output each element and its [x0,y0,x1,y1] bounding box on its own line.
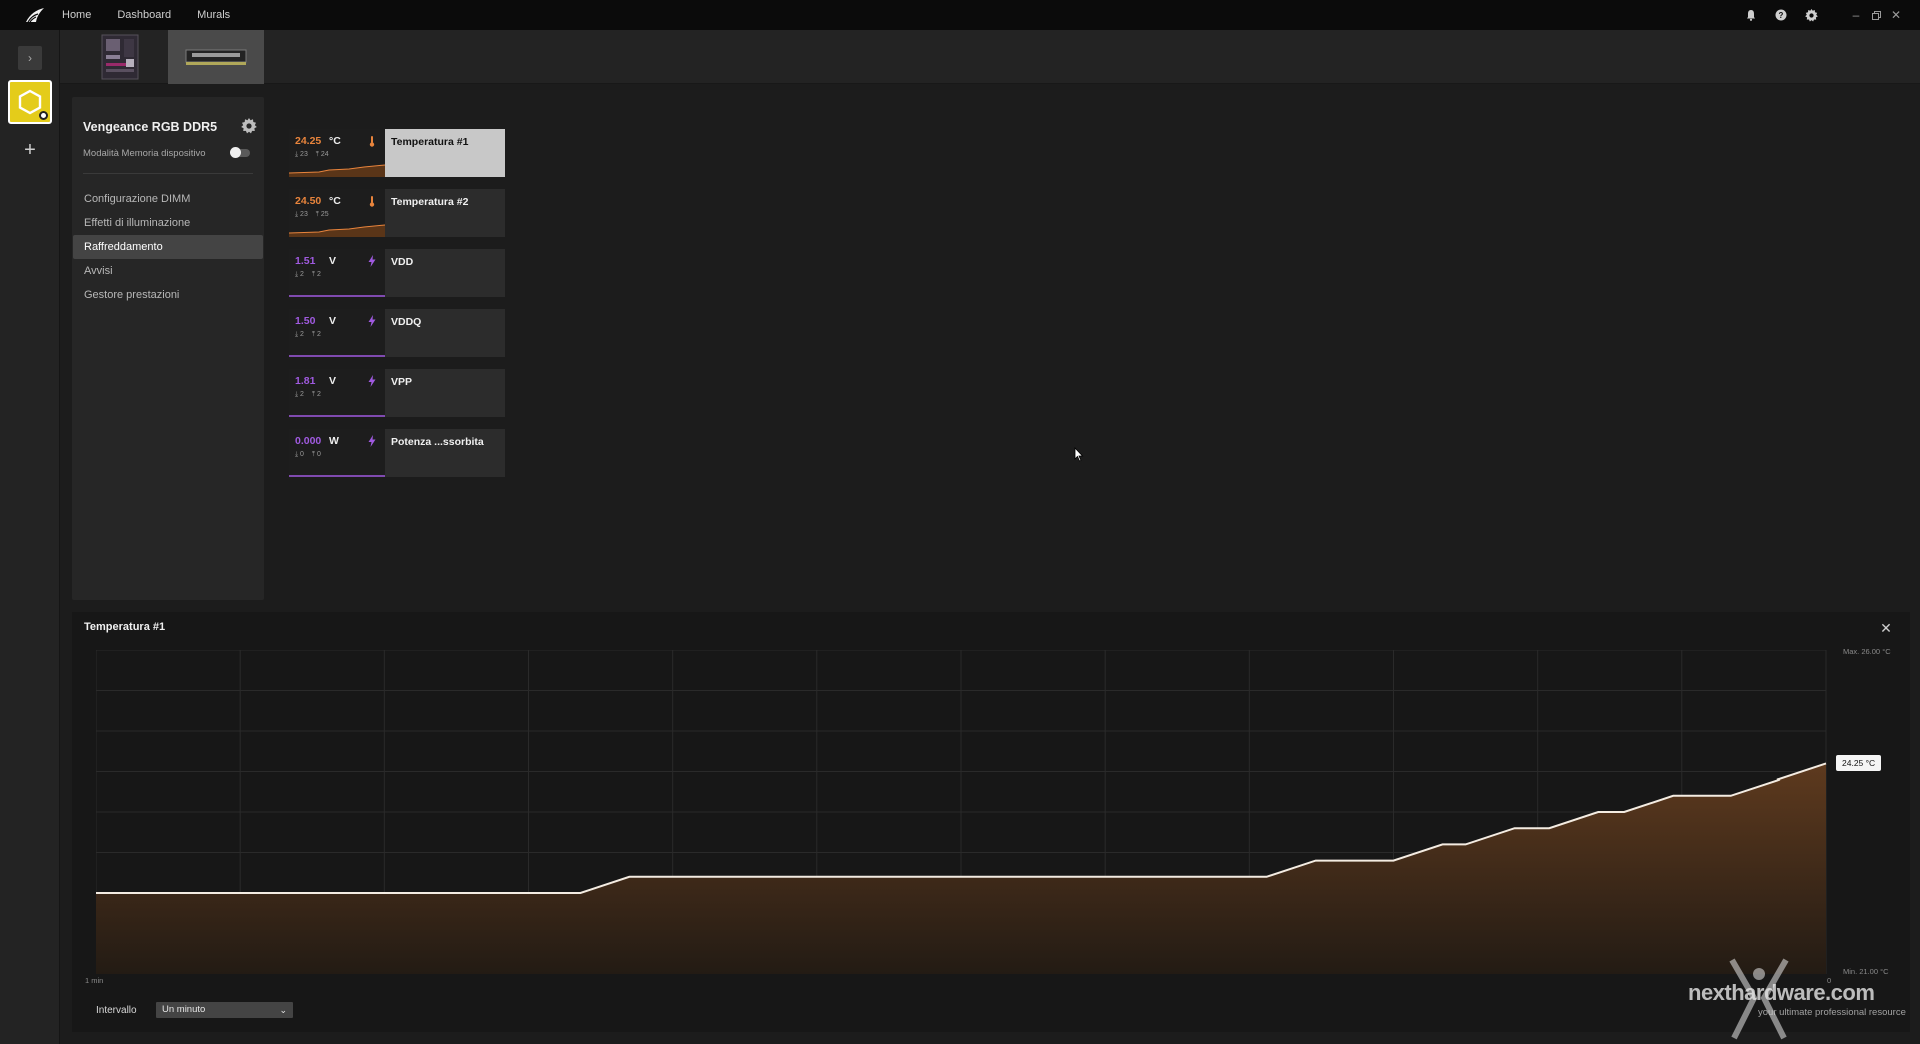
sensor-value: 0.000 [295,435,322,447]
lightning-icon [368,435,376,447]
device-settings-gear-icon[interactable] [241,118,257,134]
motherboard-thumbnail[interactable] [96,30,144,84]
watermark-tagline: your ultimate professional resource [1758,1007,1906,1018]
sensor-tile-vpp[interactable]: 1.81 V ⤓ 2 ⤒ 2 VPP [289,369,505,417]
sensor-list: 24.25 °C ⤓ 23 ⤒ 24 Temperatura #1 24.50 °C ⤓ 2… [289,129,505,489]
close-window-button[interactable]: ✕ [1886,0,1906,30]
expand-rail-button[interactable]: › [18,46,42,70]
sensor-tile-temperatura-1[interactable]: 24.25 °C ⤓ 23 ⤒ 24 Temperatura #1 [289,129,505,177]
sensor-name: VDD [391,256,414,268]
ram-thumbnail[interactable] [168,30,264,84]
sensor-unit: W [329,435,339,447]
restore-button[interactable] [1866,0,1886,30]
sensor-unit: V [329,315,337,327]
sensor-readout: 1.50 V ⤓ 2 ⤒ 2 [289,309,385,357]
title-bar: Home Dashboard Murals ? – ✕ [0,0,1920,30]
watermark: nexthardware.com your ultimate professio… [1688,950,1920,1044]
sensor-name: VPP [391,376,413,388]
hexagon-icon [18,89,42,115]
sensor-name-area: Potenza ...ssorbita [385,429,505,477]
thermometer-icon [369,196,375,207]
lightning-icon [368,375,376,387]
device-vengeance-button[interactable] [8,80,52,124]
interval-select-value: Un minuto [162,1004,206,1015]
sensor-value: 24.50 [295,195,322,207]
sensor-sparkline [289,224,385,237]
svg-text:?: ? [1779,11,1784,20]
sensor-name-area: VDDQ [385,309,505,357]
device-rail: › + [0,30,60,1044]
y-max-label: Max. 26.00 °C [1843,647,1891,656]
menu-item-alerts[interactable]: Avvisi [72,259,264,283]
device-strip [60,30,1920,84]
menu-item-dimm-config[interactable]: Configurazione DIMM [72,187,264,211]
sensor-unit: °C [329,135,341,147]
x-start-label: 1 min [85,976,104,985]
sensor-sparkline [289,355,385,357]
nav-dashboard[interactable]: Dashboard [117,9,171,21]
menu-item-lighting-effects[interactable]: Effetti di illuminazione [72,211,264,235]
current-value-badge: 24.25 °C [1836,755,1882,772]
sensor-sparkline [289,415,385,417]
toggle-knob [230,147,241,158]
memory-mode-label: Modalità Memoria dispositivo [83,148,206,159]
sensor-readout: 1.51 V ⤓ 2 ⤒ 2 [289,249,385,297]
chevron-down-icon: ⌄ [279,1005,287,1015]
sensor-readout: 1.81 V ⤓ 2 ⤒ 2 [289,369,385,417]
interval-select[interactable]: Un minuto ⌄ [156,1002,293,1018]
sensor-readout: 24.25 °C ⤓ 23 ⤒ 24 [289,129,385,177]
nav-home[interactable]: Home [62,9,91,21]
help-icon[interactable]: ? [1766,0,1796,30]
sensor-value: 1.51 [295,255,316,267]
add-device-button[interactable]: + [18,138,42,162]
panel-divider [83,173,253,174]
sensor-value: 1.81 [295,375,316,387]
sensor-graph-panel: Temperatura #1 ✕ Max. 26.00 °C Min. 21.0… [72,612,1910,1032]
sensor-sparkline [289,475,385,477]
sensor-name-area: Temperatura #2 [385,189,505,237]
sensor-value: 1.50 [295,315,316,327]
watermark-brand: nexthardware.com [1688,980,1875,1005]
sensor-unit: V [329,255,337,267]
sensor-unit: °C [329,195,341,207]
sensor-readout: 24.50 °C ⤓ 23 ⤒ 25 [289,189,385,237]
sensor-name: Temperatura #1 [391,136,469,148]
menu-item-cooling[interactable]: Raffreddamento [73,235,263,259]
lightning-icon [368,255,376,267]
sensor-tile-vddq[interactable]: 1.50 V ⤓ 2 ⤒ 2 VDDQ [289,309,505,357]
mouse-cursor-icon [1074,447,1084,462]
device-status-dot [39,111,48,120]
interval-label: Intervallo [96,1005,137,1016]
device-settings-panel: Vengeance RGB DDR5 Modalità Memoria disp… [72,97,264,600]
thermometer-icon [369,136,375,147]
sensor-unit: V [329,375,337,387]
sensor-name-area: VDD [385,249,505,297]
minimize-button[interactable]: – [1846,0,1866,30]
sensor-name: VDDQ [391,316,422,328]
lightning-icon [368,315,376,327]
sensor-name: Potenza ...ssorbita [391,436,484,448]
nav-murals[interactable]: Murals [197,9,230,21]
close-graph-button[interactable]: ✕ [1878,620,1894,636]
menu-item-performance-manager[interactable]: Gestore prestazioni [72,283,264,307]
settings-gear-icon[interactable] [1796,0,1826,30]
device-title: Vengeance RGB DDR5 [83,120,218,134]
notifications-bell-icon[interactable] [1736,0,1766,30]
sensor-readout: 0.000 W ⤓ 0 ⤒ 0 [289,429,385,477]
sensor-value: 24.25 [295,135,322,147]
sensor-tile-vdd[interactable]: 1.51 V ⤓ 2 ⤒ 2 VDD [289,249,505,297]
sensor-name-area: Temperatura #1 [385,129,505,177]
sensor-sparkline [289,164,385,177]
graph-title: Temperatura #1 [84,621,166,633]
memory-mode-toggle[interactable] [230,147,250,158]
corsair-logo-icon[interactable] [24,6,46,24]
settings-menu: Configurazione DIMM Effetti di illuminaz… [72,187,264,307]
sensor-tile-temperatura-2[interactable]: 24.50 °C ⤓ 23 ⤒ 25 Temperatura #2 [289,189,505,237]
sensor-name: Temperatura #2 [391,196,469,208]
temperature-chart [96,650,1827,974]
sensor-name-area: VPP [385,369,505,417]
sensor-tile-potenza-ssorbita[interactable]: 0.000 W ⤓ 0 ⤒ 0 Potenza ...ssorbita [289,429,505,477]
sensor-sparkline [289,295,385,297]
